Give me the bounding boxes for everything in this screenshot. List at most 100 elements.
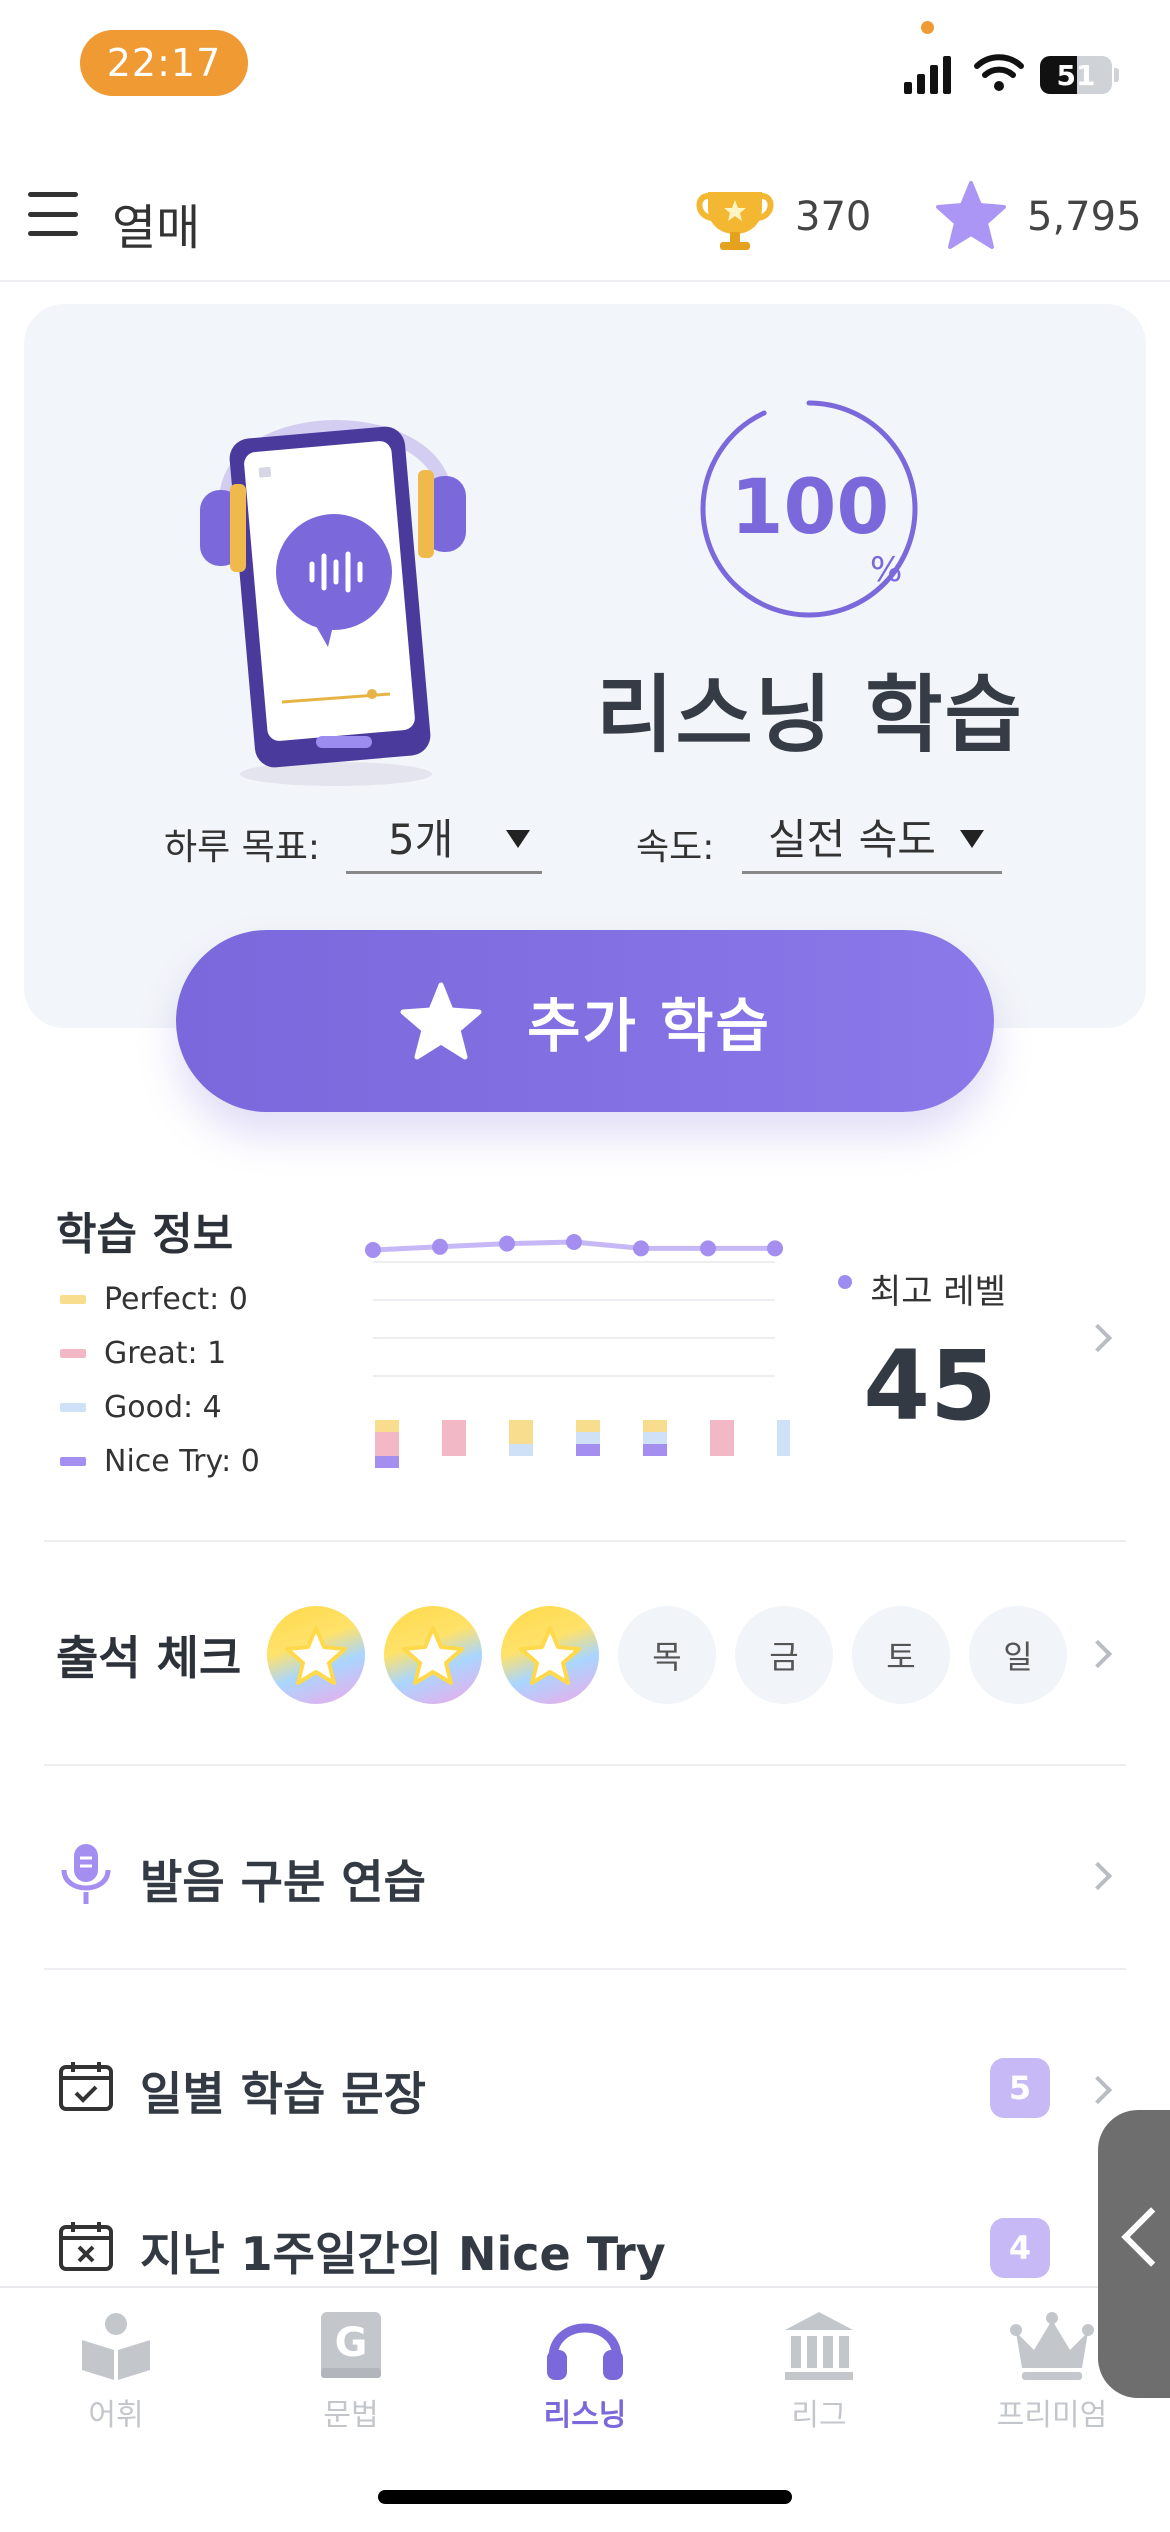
tab-vocabulary[interactable]: 어휘 <box>26 2310 206 2434</box>
legend-label: Good: 4 <box>104 1390 222 1425</box>
daily-sentences-badge: 5 <box>990 2058 1050 2118</box>
speed-label: 속도: <box>636 827 715 868</box>
status-time: 22:17 <box>80 30 248 96</box>
attendance-day-thursday: 목 <box>618 1606 716 1704</box>
chart-bar-segment <box>375 1456 399 1468</box>
signal-icon <box>904 56 951 94</box>
legend-good: Good: 4 <box>60 1390 222 1425</box>
battery-percent: 51 <box>1056 58 1096 92</box>
tab-grammar[interactable]: G 문법 <box>261 2310 441 2434</box>
speed-value: 실전 속도 <box>768 815 936 864</box>
dropdown-caret-icon <box>960 830 984 848</box>
legend-perfect: Perfect: 0 <box>60 1282 248 1317</box>
best-level-label: 최고 레벨 <box>870 1272 1006 1312</box>
daily-goal-value: 5개 <box>388 815 454 864</box>
battery-tip <box>1114 68 1119 82</box>
calendar-check-icon <box>59 2062 113 2111</box>
chart-point <box>432 1238 448 1255</box>
daily-sentences-chevron-icon[interactable] <box>1083 2075 1113 2105</box>
attendance-day-sunday: 일 <box>969 1606 1067 1704</box>
speed-dropdown[interactable]: 실전 속도 <box>742 800 1002 874</box>
legend-nice-try: Nice Try: 0 <box>60 1444 260 1479</box>
attendance-day-done <box>267 1606 365 1704</box>
camera-indicator-dot <box>921 21 934 34</box>
extra-study-button[interactable]: 추가 학습 <box>176 930 994 1112</box>
building-icon <box>785 2312 853 2380</box>
grammar-g-icon: G <box>321 2312 381 2378</box>
chart-bar-segment <box>375 1420 399 1432</box>
chart-point <box>767 1240 783 1257</box>
star-count: 5,795 <box>1027 194 1142 240</box>
learning-info-title: 학습 정보 <box>56 1209 234 1260</box>
star-icon <box>285 1626 347 1685</box>
section-divider <box>44 1968 1126 1970</box>
chart-bar-segment <box>442 1420 466 1456</box>
dropdown-caret-icon <box>506 830 530 848</box>
weekly-learning-chart <box>365 1234 790 1468</box>
attendance-day-friday: 금 <box>735 1606 833 1704</box>
wifi-icon <box>974 54 1024 91</box>
tab-label: 리그 <box>791 2398 847 2433</box>
legend-label: Perfect: 0 <box>104 1282 248 1317</box>
chart-bar-segment <box>509 1420 533 1444</box>
book-icon <box>82 2313 150 2380</box>
tab-label: 프리미엄 <box>996 2398 1108 2433</box>
chart-bar-segment <box>576 1432 600 1444</box>
hero-title: 리스닝 학습 <box>596 666 1024 764</box>
side-drawer-handle[interactable] <box>1098 2110 1170 2398</box>
section-divider <box>44 1540 1126 1542</box>
tab-label: 리스닝 <box>543 2398 627 2433</box>
chart-bar-segment <box>643 1420 667 1432</box>
phone-headphones-illustration <box>200 420 466 786</box>
headphones-icon <box>547 2323 623 2380</box>
attendance-chevron-icon[interactable] <box>1083 1639 1113 1669</box>
star-icon[interactable] <box>934 180 1008 252</box>
chevron-left-icon <box>1121 2207 1170 2267</box>
tab-league[interactable]: 리그 <box>729 2310 909 2434</box>
crown-icon <box>1010 2312 1094 2380</box>
trophy-icon[interactable] <box>694 186 776 252</box>
tab-label: 문법 <box>323 2398 379 2433</box>
battery-icon: 51 <box>1040 56 1112 94</box>
chart-point <box>365 1242 381 1258</box>
header-divider <box>0 280 1170 282</box>
star-icon <box>402 1626 464 1685</box>
chart-bar-segment <box>643 1444 667 1456</box>
weekly-nice-try-badge: 4 <box>990 2218 1050 2278</box>
menu-icon[interactable] <box>28 192 78 236</box>
progress-unit: % <box>870 550 903 590</box>
pronunciation-practice-label[interactable]: 발음 구분 연습 <box>140 1846 426 1912</box>
chart-bar-segment <box>643 1432 667 1444</box>
legend-great: Great: 1 <box>60 1336 226 1371</box>
attendance-day-done <box>501 1606 599 1704</box>
microphone-icon <box>61 1844 111 1904</box>
learning-info-chevron-icon[interactable] <box>1083 1323 1113 1353</box>
star-icon <box>400 982 482 1060</box>
chart-bar-segment <box>576 1444 600 1456</box>
star-icon <box>519 1626 581 1685</box>
svg-text:G: G <box>335 2320 368 2366</box>
chart-point <box>566 1234 582 1250</box>
chart-bar-segment <box>710 1420 734 1456</box>
progress-value: 100 <box>730 462 890 551</box>
page-title: 열매 <box>112 200 201 256</box>
calendar-x-icon <box>59 2222 113 2271</box>
extra-study-label: 추가 학습 <box>527 992 771 1060</box>
section-divider <box>44 1764 1126 1766</box>
pronunciation-chevron-icon[interactable] <box>1083 1861 1113 1891</box>
home-indicator <box>378 2490 792 2504</box>
tab-listening[interactable]: 리스닝 <box>495 2310 675 2434</box>
chart-bar-segment <box>375 1432 399 1456</box>
chart-point <box>499 1235 515 1252</box>
legend-label: Nice Try: 0 <box>104 1444 260 1479</box>
daily-goal-label: 하루 목표: <box>164 827 321 868</box>
chart-point <box>700 1240 716 1257</box>
daily-sentences-label[interactable]: 일별 학습 문장 <box>140 2058 426 2124</box>
weekly-nice-try-label[interactable]: 지난 1주일간의 Nice Try <box>140 2218 666 2284</box>
daily-goal-dropdown[interactable]: 5개 <box>346 800 542 874</box>
legend-label: Great: 1 <box>104 1336 227 1371</box>
chart-point <box>633 1240 649 1257</box>
attendance-title: 출석 체크 <box>56 1631 242 1685</box>
attendance-day-saturday: 토 <box>852 1606 950 1704</box>
chart-bar-segment <box>509 1444 533 1456</box>
